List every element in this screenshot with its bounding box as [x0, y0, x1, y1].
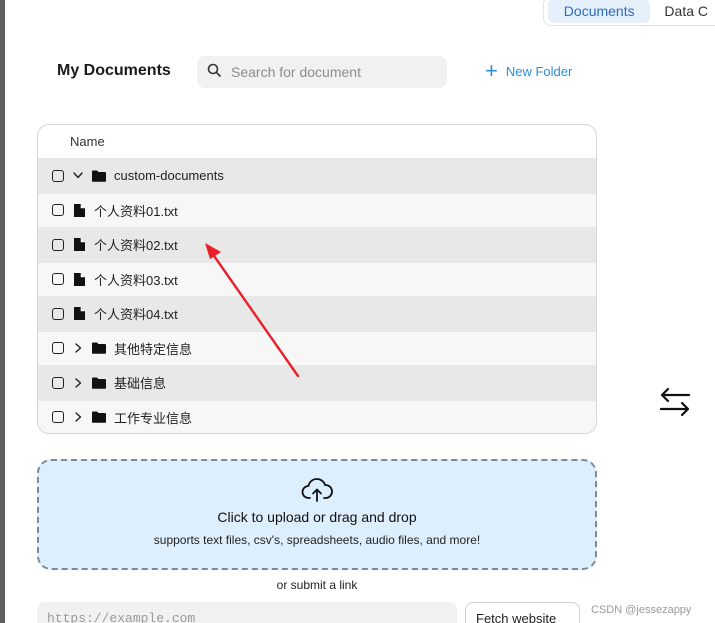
column-name-header: Name [70, 134, 105, 149]
row-checkbox[interactable] [52, 376, 64, 389]
row-checkbox[interactable] [52, 273, 64, 286]
tab-documents[interactable]: Documents [548, 0, 651, 23]
folder-icon [92, 411, 106, 424]
chevron-right-icon[interactable] [72, 343, 84, 353]
table-row[interactable]: 个人资料02.txt [38, 228, 596, 263]
file-icon [72, 307, 86, 321]
swap-arrows-icon[interactable] [657, 386, 693, 423]
cloud-upload-icon [39, 477, 595, 503]
table-row[interactable]: 工作专业信息 [38, 400, 596, 433]
table-header: Name [38, 125, 596, 159]
new-folder-button[interactable]: + New Folder [485, 58, 573, 83]
upload-subtitle: supports text files, csv's, spreadsheets… [153, 533, 481, 547]
table-row[interactable]: 个人资料04.txt [38, 297, 596, 332]
row-name: 个人资料03.txt [94, 272, 178, 288]
row-name: 个人资料04.txt [94, 307, 178, 323]
new-folder-label: New Folder [505, 63, 573, 79]
file-icon [72, 203, 86, 217]
file-icon [72, 272, 86, 286]
file-icon [72, 238, 86, 252]
submit-link-text: or submit a link [276, 578, 358, 592]
url-input[interactable] [37, 602, 457, 623]
row-checkbox[interactable] [52, 238, 64, 251]
row-name: 个人资料01.txt [94, 203, 178, 219]
row-name: 个人资料02.txt [94, 238, 178, 254]
watermark: CSDN @jessezappy [591, 604, 692, 616]
table-row[interactable]: 个人资料03.txt [38, 262, 596, 297]
row-checkbox[interactable] [52, 204, 64, 217]
documents-table: Name custom-documents 个人资料01.txt 个人资料02.tx… [37, 124, 597, 434]
table-row[interactable]: 基础信息 [38, 366, 596, 401]
row-name: 基础信息 [114, 376, 167, 392]
chevron-right-icon[interactable] [72, 378, 84, 388]
upload-title: Click to upload or drag and drop [217, 509, 417, 525]
page-title: My Documents [57, 62, 171, 79]
row-name: 工作专业信息 [114, 410, 193, 426]
table-row[interactable]: 个人资料01.txt [38, 193, 596, 228]
tab-bar: Documents Data C [543, 0, 715, 26]
table-row[interactable]: 其他特定信息 [38, 331, 596, 366]
row-checkbox[interactable] [52, 307, 64, 320]
chevron-right-icon[interactable] [72, 412, 84, 422]
plus-icon: + [485, 58, 498, 83]
fetch-website-button[interactable]: Fetch website [465, 602, 580, 623]
folder-icon [92, 377, 106, 389]
search-icon [207, 63, 221, 82]
table-row[interactable]: custom-documents [38, 159, 596, 194]
upload-dropzone[interactable]: Click to upload or drag and drop support… [37, 459, 597, 570]
chevron-down-icon[interactable] [72, 172, 84, 179]
row-checkbox[interactable] [52, 342, 64, 355]
search-input[interactable] [231, 64, 431, 80]
tab-data-connectors[interactable]: Data C [650, 0, 715, 23]
folder-icon [92, 170, 106, 182]
row-checkbox[interactable] [52, 169, 64, 182]
search-bar[interactable] [197, 56, 447, 88]
row-name: 其他特定信息 [114, 341, 193, 357]
row-checkbox[interactable] [52, 411, 64, 424]
folder-icon [92, 342, 106, 355]
row-name: custom-documents [114, 168, 224, 184]
